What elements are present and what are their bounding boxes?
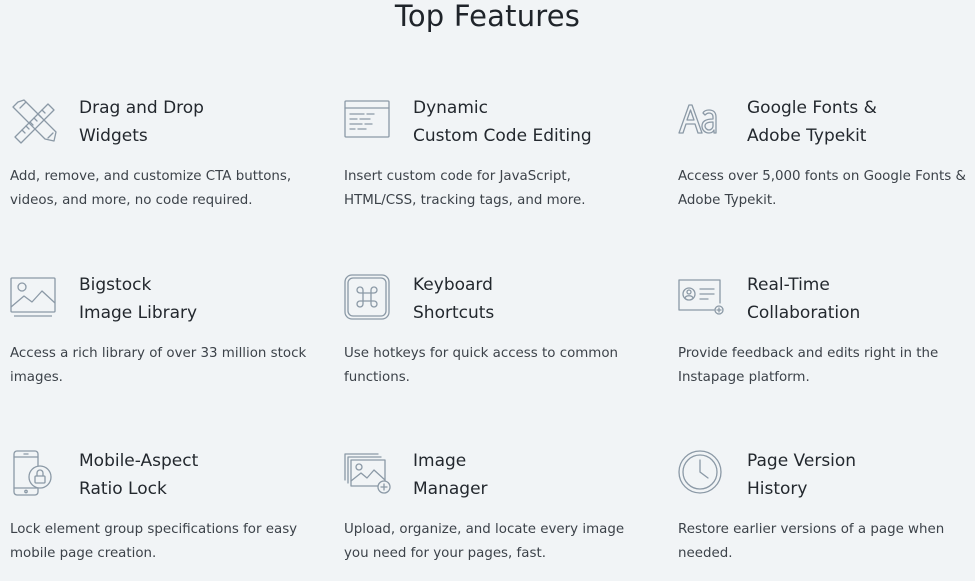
feature-desc-line-1: Upload, organize, and locate every image [344,522,625,537]
command-key-icon [344,274,394,324]
feature-title-line-2: Custom Code Editing [413,126,592,146]
feature-desc-line-1: Lock element group specifications for ea… [10,522,298,537]
feature-title-line-1: Drag and Drop [79,98,204,118]
feature-desc-line-1: Restore earlier versions of a page when [678,522,945,537]
feature-desc-line-2: HTML/CSS, tracking tags, and more. [344,193,586,208]
feature-desc-line-2: videos, and more, no code required. [10,193,253,208]
feature-title-line-2: Shortcuts [413,303,495,323]
feature-title-line-2: Image Library [79,303,198,323]
feature-desc-line-2: Instapage platform. [678,370,810,385]
clock-history-icon [678,450,728,500]
feature-desc-line-2: images. [10,370,63,385]
feature-desc-line-2: Adobe Typekit. [678,193,777,208]
feature-title-line-1: Real-Time [747,275,830,295]
collaboration-card-icon [678,274,728,324]
image-library-icon [10,274,60,324]
mobile-lock-icon [10,450,60,500]
pencil-ruler-icon [10,97,60,147]
feature-title-line-1: Google Fonts & [747,98,877,118]
feature-title-line-2: History [747,479,808,499]
features-section: Top Features Drag and Drop Widgets Add, … [0,0,975,581]
feature-desc-line-1: Use hotkeys for quick access to common [344,346,619,361]
feature-title-line-2: Ratio Lock [79,479,167,499]
feature-title-line-2: Adobe Typekit [747,126,867,146]
feature-desc-line-2: you need for your pages, fast. [344,546,546,561]
section-title: Top Features [394,0,581,33]
feature-desc-line-2: functions. [344,370,410,385]
feature-desc-line-1: Add, remove, and customize CTA buttons, [10,169,292,184]
feature-title-line-2: Collaboration [747,303,861,323]
feature-title-line-2: Widgets [79,126,148,146]
feature-desc-line-1: Access a rich library of over 33 million… [10,346,307,361]
feature-title-line-1: Mobile-Aspect [79,451,199,471]
feature-desc-line-2: needed. [678,546,733,561]
feature-title-line-1: Keyboard [413,275,493,295]
feature-desc-line-1: Provide feedback and edits right in the [678,346,939,361]
code-window-icon [344,97,394,147]
feature-desc-line-1: Insert custom code for JavaScript, [344,169,571,184]
feature-title-line-1: Dynamic [413,98,488,118]
image-stack-add-icon [344,450,394,500]
feature-title-line-1: Page Version [747,451,857,471]
feature-title-line-1: Bigstock [79,275,152,295]
feature-title-line-1: Image [413,451,467,471]
feature-desc-line-1: Access over 5,000 fonts on Google Fonts … [678,169,966,184]
feature-title-line-2: Manager [413,479,488,499]
font-aa-icon [678,97,728,147]
feature-desc-line-2: mobile page creation. [10,546,157,561]
